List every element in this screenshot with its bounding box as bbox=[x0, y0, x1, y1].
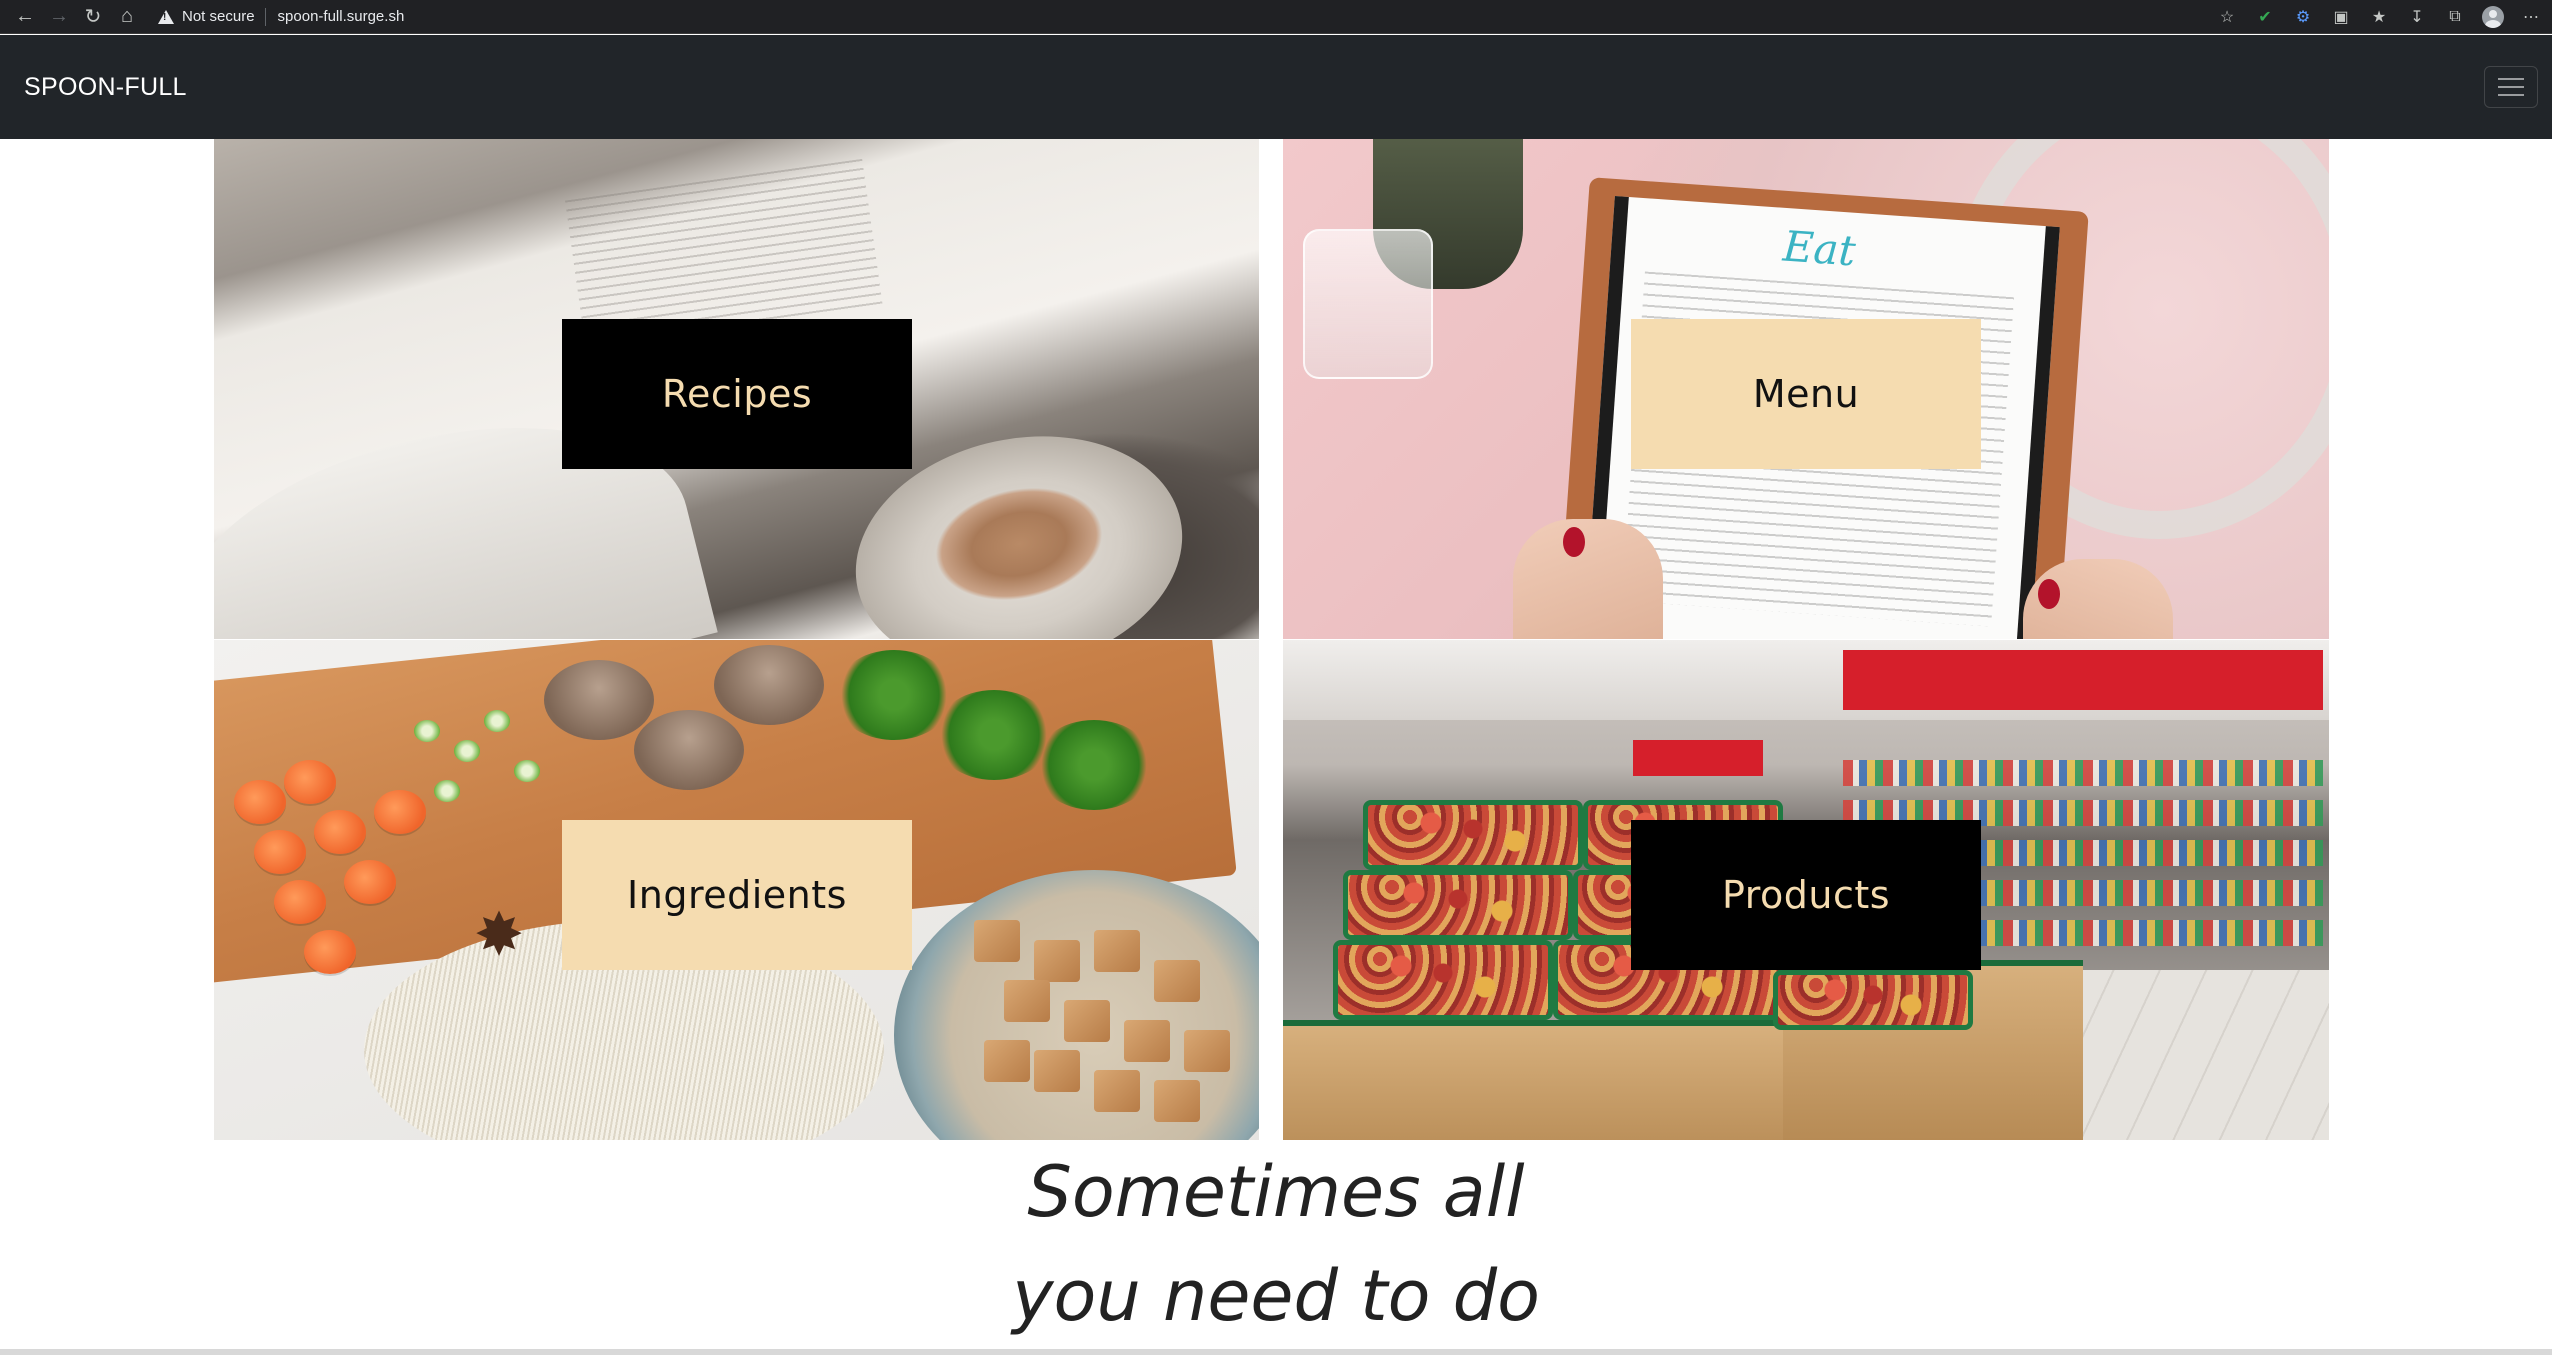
tofu-cube bbox=[1034, 1050, 1080, 1092]
toggler-bar bbox=[2498, 94, 2524, 96]
menu-button[interactable]: Menu bbox=[1631, 319, 1981, 469]
onion-slice bbox=[414, 720, 440, 742]
toggler-bar bbox=[2498, 78, 2524, 80]
tofu-cube bbox=[1094, 930, 1140, 972]
tofu-cube bbox=[1154, 1080, 1200, 1122]
browser-toolbar: ← → ↻ ⌂ Not secure spoon-full.surge.sh ☆… bbox=[0, 0, 2552, 34]
address-bar[interactable]: Not secure spoon-full.surge.sh bbox=[158, 4, 2216, 30]
carrot-slice bbox=[304, 930, 356, 974]
recipes-button[interactable]: Recipes bbox=[562, 319, 912, 469]
mushroom bbox=[634, 710, 744, 790]
carrot-slice bbox=[314, 810, 366, 854]
site-navbar: SPOON-FULL bbox=[0, 35, 2552, 139]
carrot-slice bbox=[284, 760, 336, 804]
shelf-row bbox=[1843, 760, 2323, 786]
quote-text: Sometimes all you need to do bbox=[0, 1140, 2552, 1348]
tofu-cube bbox=[1004, 980, 1050, 1022]
bookmark-star-icon[interactable]: ☆ bbox=[2216, 6, 2238, 28]
ingredients-button[interactable]: Ingredients bbox=[562, 820, 912, 970]
left-hand bbox=[1513, 519, 1663, 639]
mushroom bbox=[714, 645, 824, 725]
horizontal-scrollbar[interactable] bbox=[0, 1349, 2552, 1355]
onion-slice bbox=[434, 780, 460, 802]
browser-actions: ☆ ✔ ⚙ ▣ ★ ↧ ⧉ ⋯ bbox=[2216, 5, 2542, 28]
tofu-cube bbox=[1094, 1070, 1140, 1112]
onion-slice bbox=[454, 740, 480, 762]
carrot-slice bbox=[374, 790, 426, 834]
quote-line: Sometimes all bbox=[1027, 1151, 1525, 1233]
star-anise: ✸ bbox=[473, 900, 525, 970]
extension-gear-icon[interactable]: ⚙ bbox=[2292, 6, 2314, 28]
produce-bin bbox=[1343, 870, 1573, 940]
tofu-cube bbox=[974, 920, 1020, 962]
tofu-cube bbox=[1184, 1030, 1230, 1072]
products-tile[interactable]: Products bbox=[1283, 640, 2329, 1140]
warning-icon bbox=[158, 9, 174, 24]
nail bbox=[2038, 579, 2060, 609]
carrot-slice bbox=[344, 860, 396, 904]
produce-bin bbox=[1363, 800, 1583, 870]
store-sign-banner bbox=[1843, 650, 2323, 710]
hamburger-menu-icon[interactable] bbox=[2484, 66, 2538, 108]
back-arrow-icon[interactable]: ← bbox=[8, 0, 42, 34]
herbs bbox=[1034, 720, 1154, 810]
extension-check-icon[interactable]: ✔ bbox=[2254, 6, 2276, 28]
tofu-cube bbox=[1154, 960, 1200, 1002]
tofu-cube bbox=[1034, 940, 1080, 982]
home-icon[interactable]: ⌂ bbox=[110, 0, 144, 34]
produce-bin bbox=[1773, 970, 1973, 1030]
store-sign-small bbox=[1633, 740, 1763, 776]
mushroom bbox=[544, 660, 654, 740]
more-icon[interactable]: ⋯ bbox=[2520, 6, 2542, 28]
products-button[interactable]: Products bbox=[1631, 820, 1981, 970]
brand-link[interactable]: SPOON-FULL bbox=[24, 73, 187, 102]
reload-icon[interactable]: ↻ bbox=[76, 0, 110, 34]
produce-bin bbox=[1333, 940, 1553, 1020]
address-separator bbox=[264, 7, 266, 26]
profile-icon[interactable] bbox=[2482, 5, 2504, 28]
carrot-slice bbox=[274, 880, 326, 924]
collections-icon[interactable]: ⧉ bbox=[2444, 6, 2466, 28]
menu-tile[interactable]: Eat Menu bbox=[1283, 139, 2329, 639]
ingredients-tile[interactable]: ✸ Ingredients bbox=[214, 640, 1259, 1140]
tofu-cube bbox=[1064, 1000, 1110, 1042]
quote-line: you need to do bbox=[1012, 1255, 1540, 1337]
glass bbox=[1303, 229, 1433, 379]
security-label[interactable]: Not secure bbox=[182, 8, 255, 25]
tofu-cube bbox=[1124, 1020, 1170, 1062]
nail bbox=[1563, 527, 1585, 557]
toggler-bar bbox=[2498, 86, 2524, 88]
carrot-slice bbox=[234, 780, 286, 824]
onion-slice bbox=[484, 710, 510, 732]
tofu-cube bbox=[984, 1040, 1030, 1082]
forward-arrow-icon[interactable]: → bbox=[42, 0, 76, 34]
carrot-slice bbox=[254, 830, 306, 874]
extension-icon[interactable]: ▣ bbox=[2330, 6, 2352, 28]
recipes-tile[interactable]: Recipes bbox=[214, 139, 1259, 639]
favorites-icon[interactable]: ★ bbox=[2368, 6, 2390, 28]
onion-slice bbox=[514, 760, 540, 782]
downloads-icon[interactable]: ↧ bbox=[2406, 6, 2428, 28]
menu-card-title: Eat bbox=[1781, 221, 1858, 276]
url-text[interactable]: spoon-full.surge.sh bbox=[278, 8, 405, 25]
